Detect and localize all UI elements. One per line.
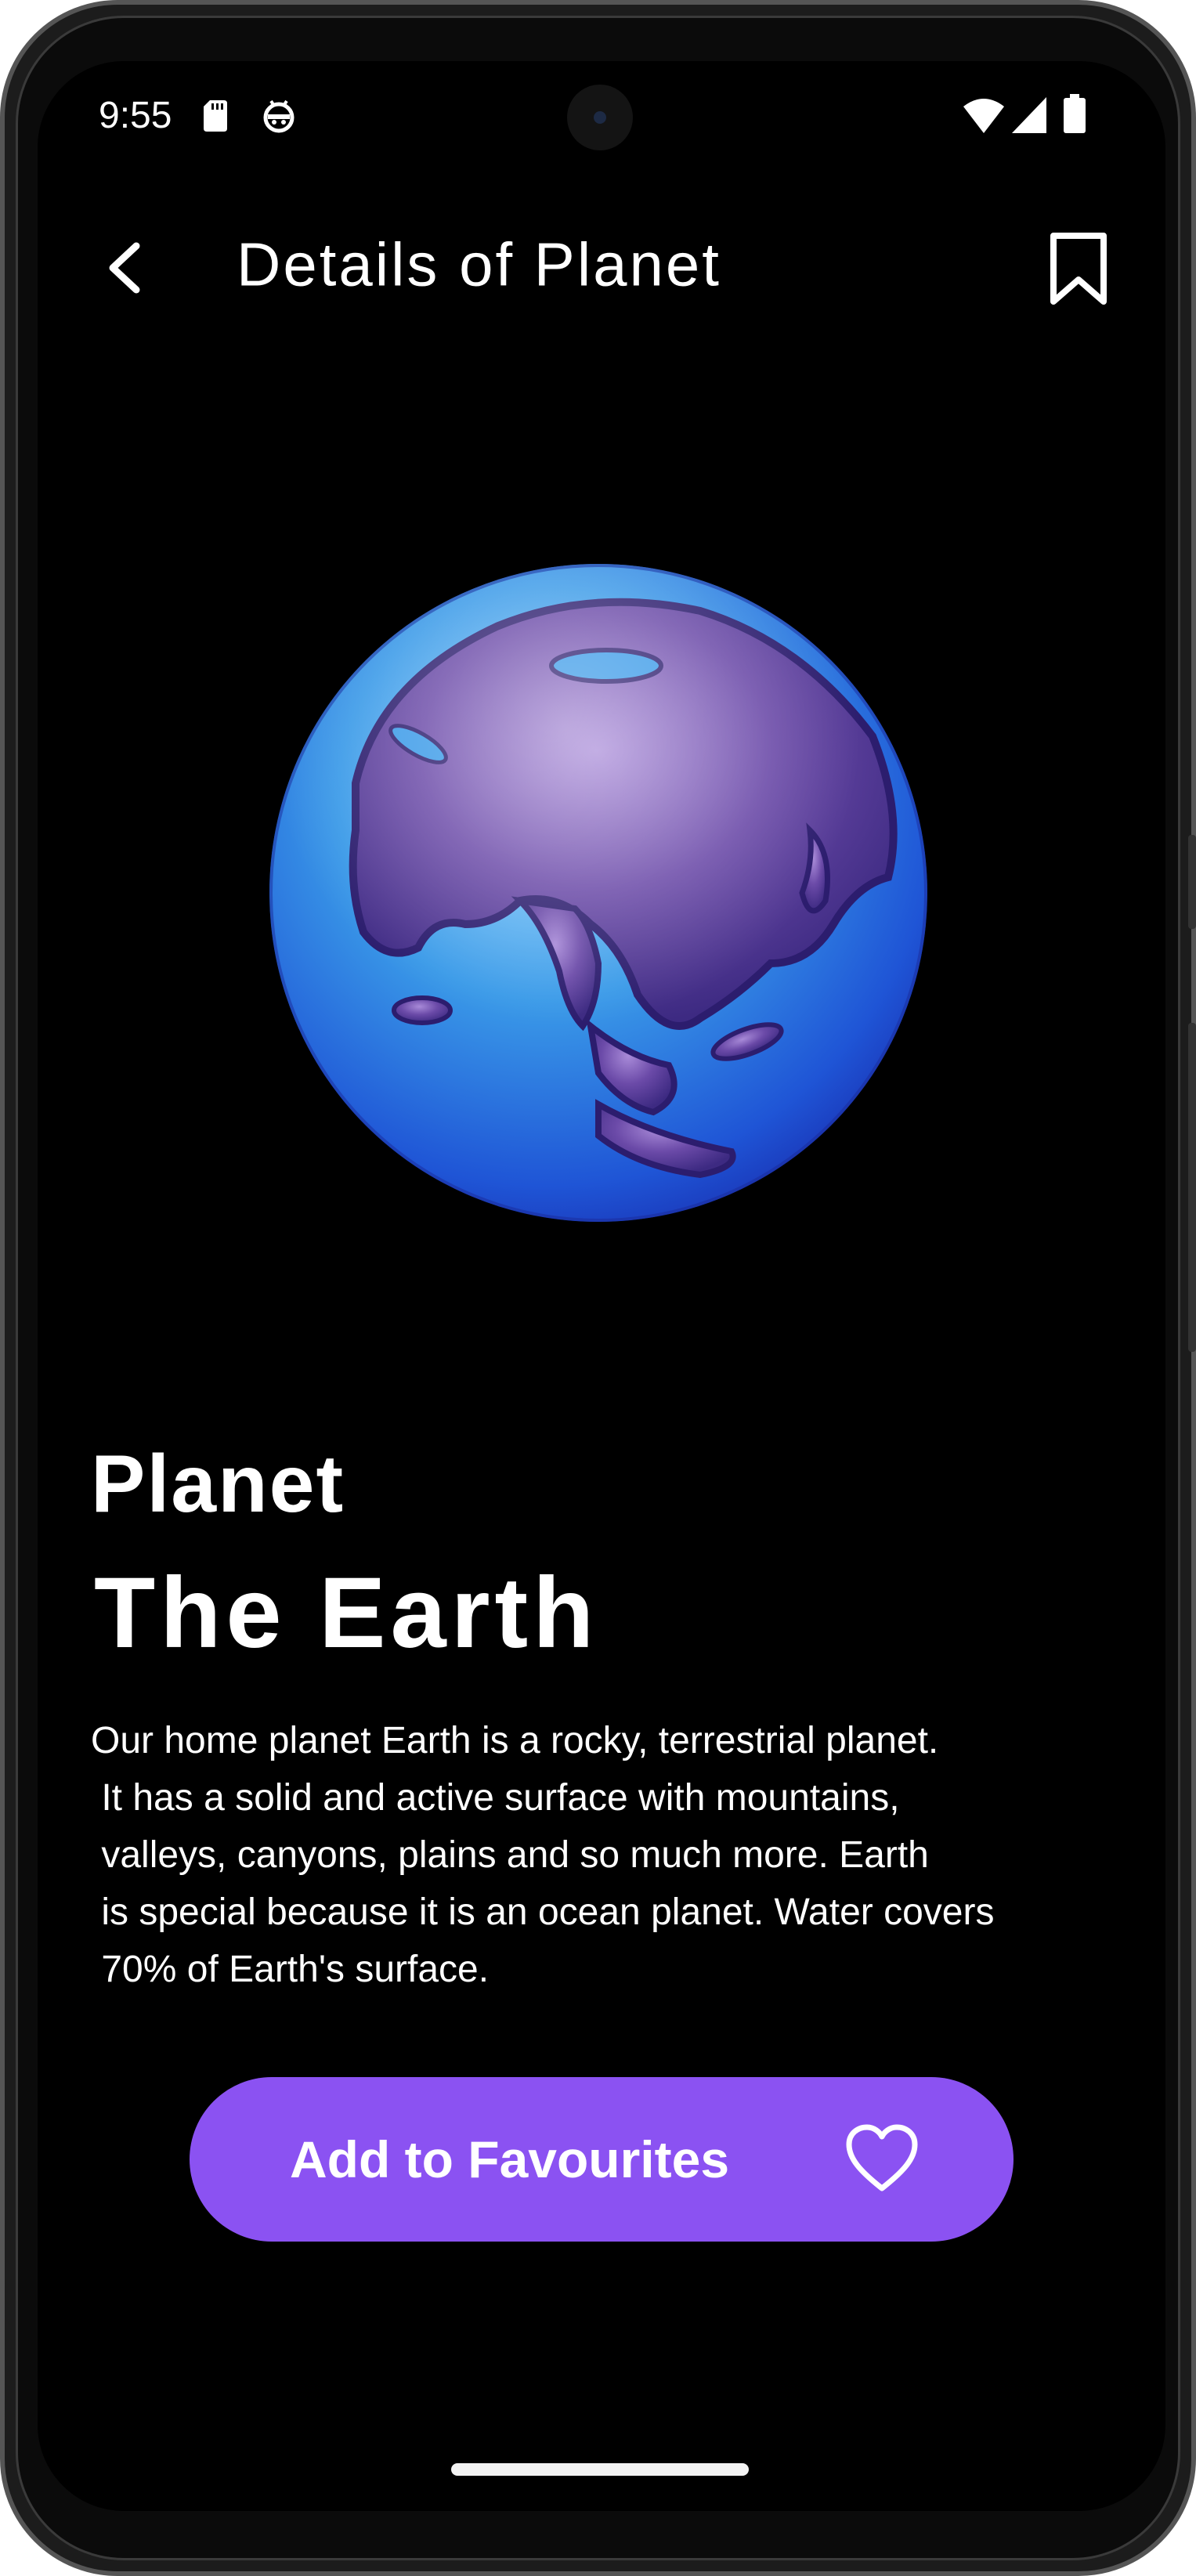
- wifi-icon: [963, 99, 1004, 133]
- android-debug-icon: [263, 99, 294, 133]
- front-camera: [567, 85, 633, 150]
- description-line: is special because it is an ocean planet…: [91, 1891, 995, 1933]
- signal-icon: [1012, 97, 1046, 133]
- screen: 9:55 Details of Planet Planet The Earth …: [38, 61, 1165, 2511]
- power-button: [1188, 835, 1196, 929]
- status-time: 9:55: [99, 95, 172, 136]
- add-to-favourites-label: Add to Favourites: [290, 2130, 730, 2188]
- page-title: Details of Planet: [237, 229, 721, 299]
- heart-outline-icon: [846, 2124, 918, 2191]
- sd-card-icon: [204, 100, 227, 132]
- planet-overline: Planet: [91, 1439, 345, 1530]
- planet-description: Our home planet Earth is a rocky, terres…: [91, 1712, 1133, 1998]
- bookmark-outline-icon: [1050, 233, 1107, 305]
- back-button[interactable]: [85, 229, 163, 307]
- description-line: 70% of Earth's surface.: [91, 1949, 490, 1990]
- app-bar: Details of Planet: [38, 202, 1165, 343]
- earth-globe-image: [262, 556, 935, 1230]
- home-indicator[interactable]: [451, 2463, 749, 2476]
- description-line: Our home planet Earth is a rocky, terres…: [91, 1720, 939, 1761]
- phone-frame: 9:55 Details of Planet Planet The Earth …: [0, 0, 1196, 2576]
- description-line: valleys, canyons, plains and so much mor…: [91, 1834, 929, 1876]
- description-line: It has a solid and active surface with m…: [91, 1777, 900, 1819]
- add-to-favourites-button[interactable]: Add to Favourites: [190, 2077, 1014, 2242]
- battery-icon: [1064, 94, 1086, 133]
- chevron-left-icon: [109, 242, 140, 294]
- volume-button: [1188, 1023, 1196, 1352]
- planet-name: The Earth: [94, 1557, 599, 1669]
- bookmark-button[interactable]: [1035, 226, 1122, 312]
- status-bar: 9:55: [38, 61, 1165, 179]
